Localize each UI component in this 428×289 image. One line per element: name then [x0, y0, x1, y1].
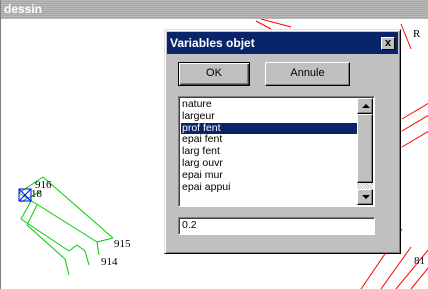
- arrow-down-icon: [362, 195, 370, 199]
- variables-objet-dialog: Variables objet x OK Annule nature large…: [164, 29, 401, 254]
- drawing-window-titlebar[interactable]: dessin: [1, 0, 428, 19]
- dialog-title: Variables objet: [170, 36, 255, 50]
- green-line: [96, 241, 100, 256]
- green-line: [76, 244, 86, 252]
- scroll-down-button[interactable]: [357, 189, 373, 205]
- point-label-18: 18: [31, 188, 42, 200]
- green-line: [96, 237, 114, 243]
- edge-label-r: R: [413, 28, 421, 40]
- green-line: [20, 218, 70, 252]
- blue-point-marker: [18, 188, 32, 202]
- dialog-titlebar[interactable]: Variables objet x: [167, 32, 398, 54]
- ok-button[interactable]: OK: [178, 62, 250, 86]
- point-label-915: 915: [114, 238, 131, 250]
- green-line: [68, 244, 78, 252]
- green-line: [42, 176, 114, 239]
- point-label-914: 914: [101, 256, 118, 268]
- list-item[interactable]: larg ouvr: [181, 157, 358, 170]
- red-line: [410, 267, 428, 289]
- red-line: [255, 20, 272, 30]
- close-icon: x: [384, 37, 392, 49]
- red-line: [401, 115, 428, 132]
- arrow-up-icon: [362, 104, 370, 108]
- list-item[interactable]: largeur: [181, 110, 358, 123]
- green-line: [26, 204, 38, 226]
- list-item[interactable]: epai appui: [181, 181, 358, 194]
- list-scrollbar[interactable]: [357, 98, 373, 205]
- edge-label-81: 81: [414, 255, 425, 267]
- scroll-up-button[interactable]: [357, 98, 373, 114]
- close-button[interactable]: x: [381, 37, 395, 50]
- green-line: [20, 200, 32, 220]
- cancel-button[interactable]: Annule: [265, 62, 350, 86]
- variables-list-items: nature largeur prof fent epai fent larg …: [181, 98, 358, 194]
- drawing-window-title: dessin: [4, 2, 43, 16]
- green-line: [26, 224, 66, 260]
- list-item[interactable]: epai mur: [181, 169, 358, 182]
- red-line: [400, 23, 412, 50]
- red-line: [401, 103, 428, 120]
- scroll-thumb[interactable]: [357, 114, 373, 183]
- green-line: [64, 258, 70, 276]
- value-input[interactable]: 0.2: [178, 217, 375, 235]
- green-line: [84, 250, 90, 266]
- variables-list[interactable]: nature largeur prof fent epai fent larg …: [178, 96, 375, 207]
- app-root: dessin 916 18 915 914 R 81 Variables obj…: [0, 0, 428, 289]
- red-line: [401, 131, 428, 148]
